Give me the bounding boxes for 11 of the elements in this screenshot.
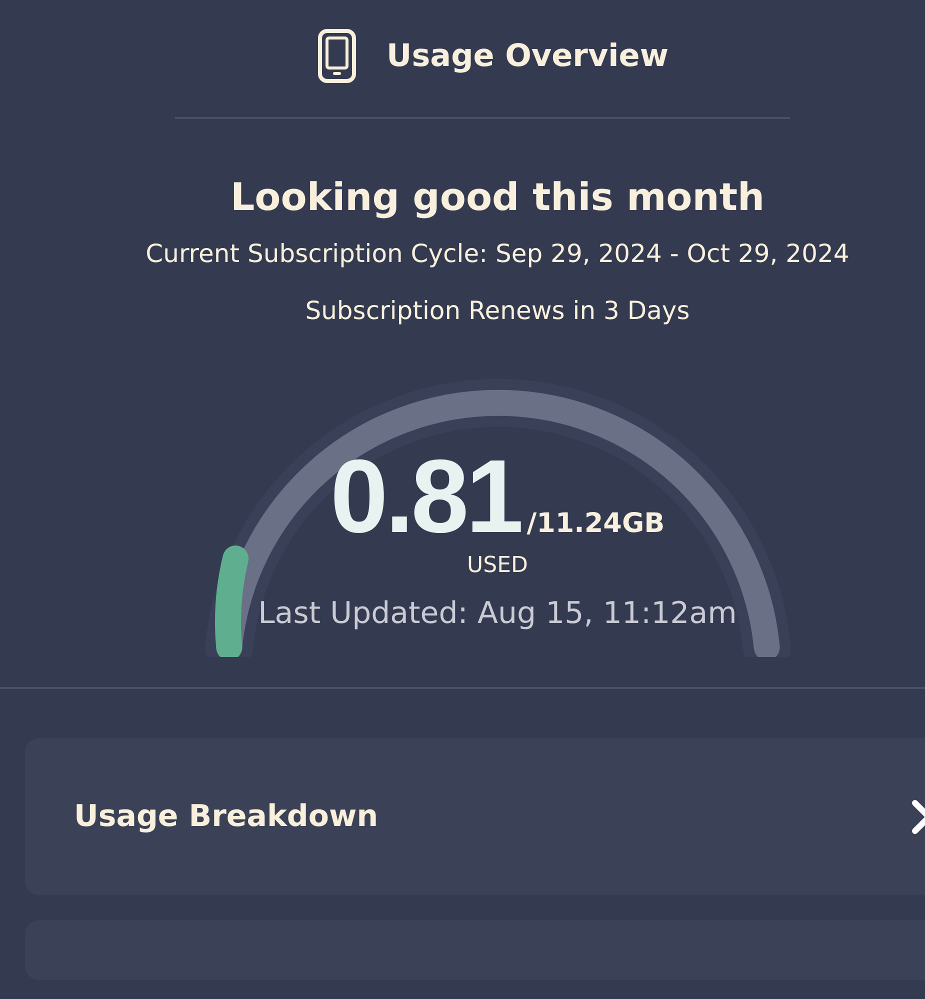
renewal-notice: Subscription Renews in 3 Days: [305, 296, 690, 325]
phone-icon: [316, 28, 357, 84]
card-label: Usage Breakdown: [74, 799, 378, 834]
status-heading: Looking good this month: [230, 175, 765, 219]
last-updated: Last Updated: Aug 15, 11:12am: [258, 596, 737, 631]
usage-total: /11.24GB: [526, 508, 665, 539]
usage-value: 0.81: [330, 445, 521, 549]
usage-caption: USED: [467, 553, 528, 578]
page-title: Usage Overview: [386, 38, 668, 74]
usage-breakdown-card[interactable]: Usage Breakdown: [25, 738, 925, 895]
subscription-cycle: Current Subscription Cycle: Sep 29, 2024 - Oct 29, 2024: [146, 239, 850, 268]
